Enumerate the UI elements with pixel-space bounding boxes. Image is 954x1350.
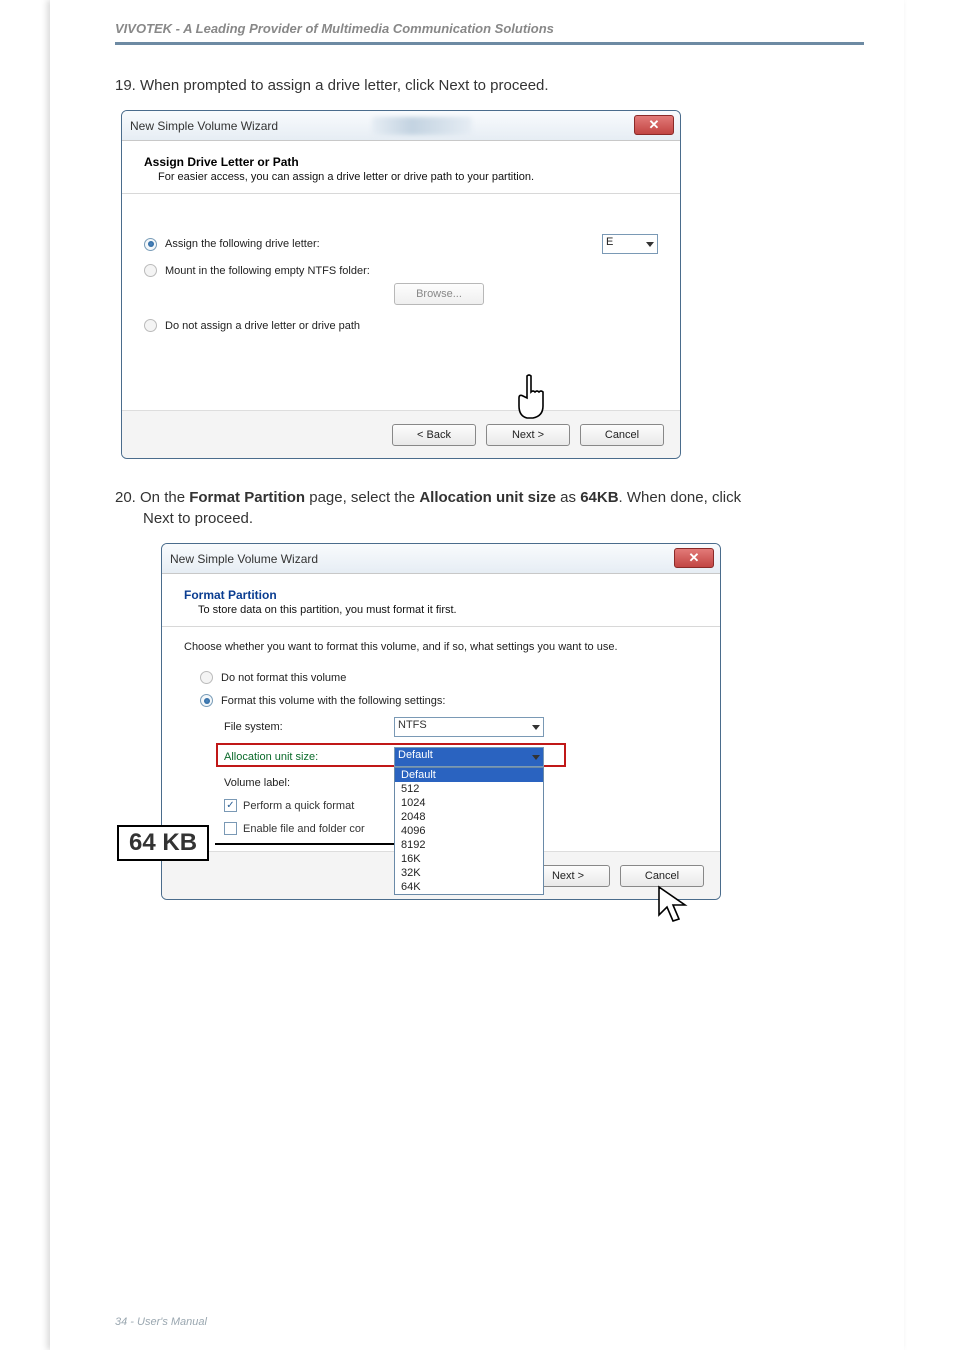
alloc-option[interactable]: 4096 <box>395 824 543 838</box>
dialog2-titlebar: New Simple Volume Wizard ✕ <box>162 544 720 574</box>
drive-letter-select[interactable]: E <box>602 234 658 254</box>
fs-label: File system: <box>224 721 394 733</box>
quick-format-label: Perform a quick format <box>243 800 354 812</box>
step-20-text: 20. On the Format Partition page, select… <box>115 487 864 529</box>
cursor-arrow-icon <box>655 883 695 927</box>
label-mount-folder: Mount in the following empty NTFS folder… <box>165 265 370 277</box>
dialog2-title: New Simple Volume Wizard <box>170 552 318 566</box>
label-format: Format this volume with the following se… <box>221 695 445 707</box>
label-no-format: Do not format this volume <box>221 672 346 684</box>
dialog1-title: New Simple Volume Wizard <box>130 119 278 133</box>
step-19-text: 19. When prompted to assign a drive lett… <box>115 75 864 96</box>
alloc-option[interactable]: 32K <box>395 866 543 880</box>
alloc-value: Default <box>398 749 433 761</box>
hand-pointer-icon <box>509 372 555 424</box>
radio-no-assign[interactable] <box>144 319 157 332</box>
fs-value: NTFS <box>398 719 427 731</box>
fs-select[interactable]: NTFS <box>394 717 544 737</box>
label-no-assign: Do not assign a drive letter or drive pa… <box>165 320 360 332</box>
header-brand: VIVOTEK - A Leading Provider of Multimed… <box>115 21 554 36</box>
close-icon[interactable]: ✕ <box>674 548 714 568</box>
radio-format[interactable] <box>200 694 213 707</box>
choose-text: Choose whether you want to format this v… <box>184 641 698 653</box>
cancel-button[interactable]: Cancel <box>580 424 664 446</box>
dialog2-subheading: To store data on this partition, you mus… <box>184 604 698 616</box>
alloc-select[interactable]: Default <box>394 747 544 767</box>
alloc-option[interactable]: Default <box>395 768 543 782</box>
back-button[interactable]: < Back <box>392 424 476 446</box>
callout-line <box>215 843 407 845</box>
volume-label-label: Volume label: <box>224 777 394 789</box>
page-footer: 34 - User's Manual <box>115 1316 207 1328</box>
close-icon[interactable]: ✕ <box>634 115 674 135</box>
alloc-option[interactable]: 64K <box>395 880 543 894</box>
dialog1-subheading: For easier access, you can assign a driv… <box>144 171 658 183</box>
dialog1-heading: Assign Drive Letter or Path <box>144 155 658 169</box>
alloc-option[interactable]: 512 <box>395 782 543 796</box>
quick-format-checkbox[interactable]: ✓ <box>224 799 237 812</box>
compress-checkbox[interactable] <box>224 822 237 835</box>
dialog2-heading: Format Partition <box>184 588 698 602</box>
dialog-assign-drive-letter: New Simple Volume Wizard ✕ Assign Drive … <box>121 110 681 459</box>
browse-button[interactable]: Browse... <box>394 283 484 305</box>
compress-label: Enable file and folder cor <box>243 823 365 835</box>
radio-mount-folder[interactable] <box>144 264 157 277</box>
page-header: VIVOTEK - A Leading Provider of Multimed… <box>115 20 864 45</box>
radio-no-format[interactable] <box>200 671 213 684</box>
alloc-option[interactable]: 16K <box>395 852 543 866</box>
label-assign-letter: Assign the following drive letter: <box>165 238 562 250</box>
drive-letter-value: E <box>606 236 613 248</box>
alloc-option[interactable]: 2048 <box>395 810 543 824</box>
dialog1-titlebar: New Simple Volume Wizard ✕ <box>122 111 680 141</box>
dialog-format-partition: New Simple Volume Wizard ✕ Format Partit… <box>161 543 721 900</box>
alloc-option[interactable]: 1024 <box>395 796 543 810</box>
callout-64kb: 64 KB <box>117 825 209 861</box>
alloc-dropdown-list[interactable]: Default 512 1024 2048 4096 8192 16K 32K … <box>394 767 544 895</box>
radio-assign-letter[interactable] <box>144 238 157 251</box>
next-button[interactable]: Next > <box>486 424 570 446</box>
alloc-option[interactable]: 8192 <box>395 838 543 852</box>
titlebar-blur <box>372 117 472 135</box>
